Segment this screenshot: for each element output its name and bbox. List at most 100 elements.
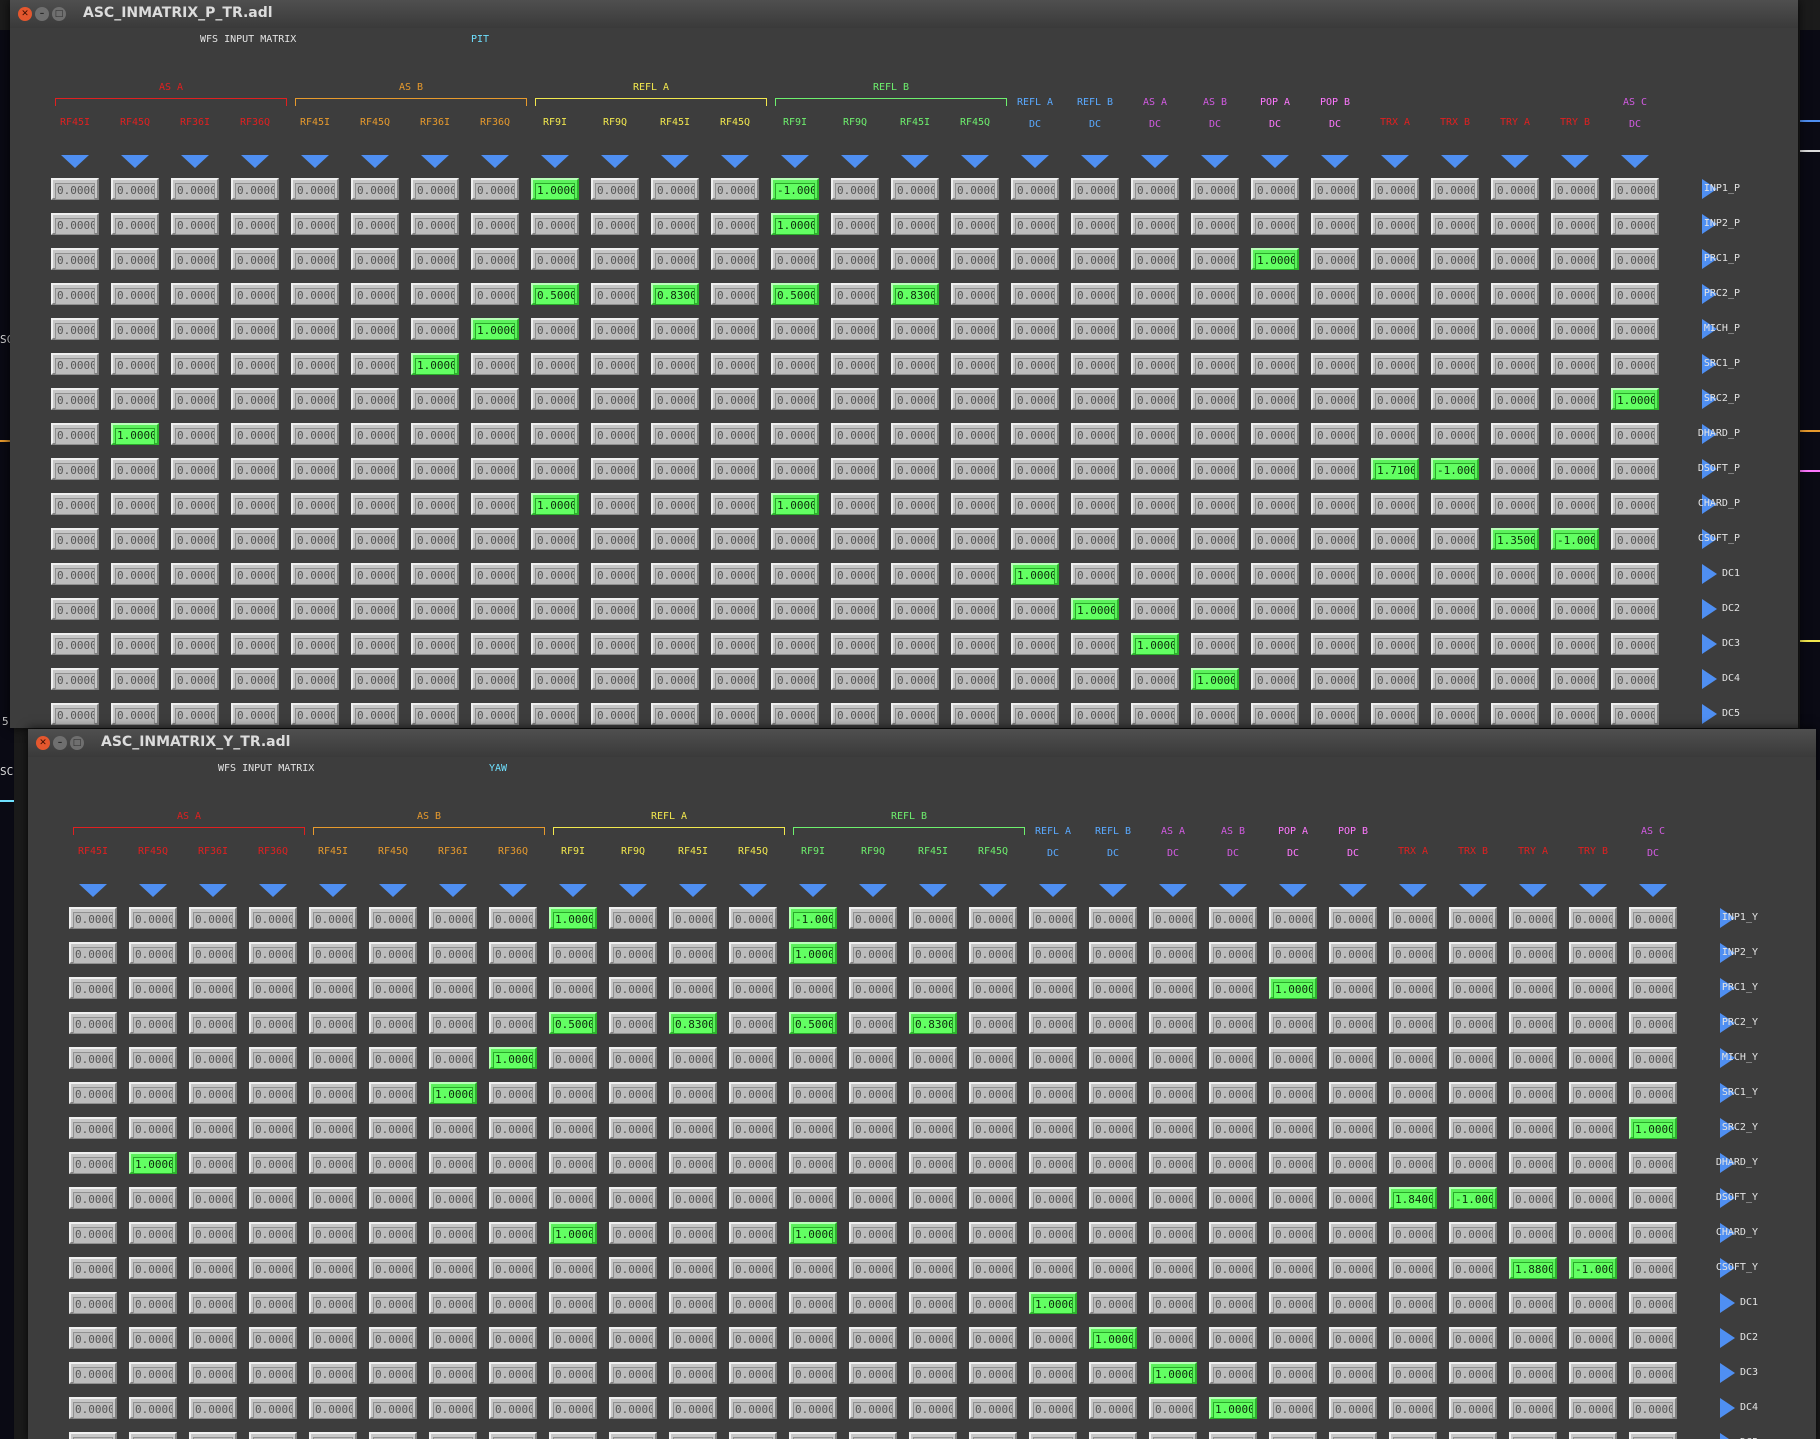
matrix-cell[interactable]: 0.00000	[1629, 1397, 1677, 1419]
matrix-cell[interactable]: 0.00000	[1389, 1117, 1437, 1139]
matrix-cell[interactable]: 0.00000	[669, 907, 717, 929]
column-expand-arrow-icon[interactable]	[319, 884, 347, 897]
matrix-cell[interactable]: 0.00000	[1251, 178, 1299, 200]
matrix-cell[interactable]: 0.00000	[1089, 1292, 1137, 1314]
matrix-cell[interactable]: 0.00000	[711, 458, 759, 480]
matrix-cell[interactable]: 0.00000	[429, 1362, 477, 1384]
matrix-cell[interactable]: 0.00000	[711, 528, 759, 550]
matrix-cell[interactable]: 0.00000	[1191, 563, 1239, 585]
matrix-cell[interactable]: 0.00000	[1611, 318, 1659, 340]
matrix-cell[interactable]: 0.00000	[1611, 353, 1659, 375]
matrix-cell[interactable]: 0.00000	[411, 528, 459, 550]
minimize-window-icon[interactable]: –	[35, 7, 49, 21]
column-expand-arrow-icon[interactable]	[601, 155, 629, 168]
matrix-cell[interactable]: 0.00000	[1389, 977, 1437, 999]
matrix-cell[interactable]: 0.00000	[591, 563, 639, 585]
matrix-cell[interactable]: 0.00000	[669, 1082, 717, 1104]
column-expand-arrow-icon[interactable]	[1621, 155, 1649, 168]
matrix-cell[interactable]: 0.00000	[309, 907, 357, 929]
matrix-cell[interactable]: 0.00000	[429, 1117, 477, 1139]
column-expand-arrow-icon[interactable]	[181, 155, 209, 168]
matrix-cell[interactable]: 0.00000	[1311, 283, 1359, 305]
matrix-cell[interactable]: 0.00000	[1449, 1152, 1497, 1174]
matrix-cell[interactable]: 1.35000	[1491, 528, 1539, 550]
matrix-cell[interactable]: 0.00000	[1029, 1362, 1077, 1384]
matrix-cell[interactable]: 0.00000	[789, 1362, 837, 1384]
column-expand-arrow-icon[interactable]	[1459, 884, 1487, 897]
matrix-cell[interactable]: 0.00000	[1371, 423, 1419, 445]
matrix-cell[interactable]: 0.00000	[111, 668, 159, 690]
matrix-cell[interactable]: 0.00000	[1569, 1012, 1617, 1034]
matrix-cell[interactable]: 0.00000	[849, 1222, 897, 1244]
matrix-cell[interactable]: 0.00000	[471, 388, 519, 410]
matrix-cell[interactable]: 0.00000	[231, 458, 279, 480]
matrix-cell[interactable]: 0.00000	[831, 598, 879, 620]
matrix-cell[interactable]: 0.00000	[111, 283, 159, 305]
matrix-cell[interactable]: 0.00000	[1389, 1362, 1437, 1384]
matrix-cell[interactable]: 0.00000	[849, 1117, 897, 1139]
matrix-cell[interactable]: 0.00000	[831, 318, 879, 340]
column-expand-arrow-icon[interactable]	[199, 884, 227, 897]
matrix-cell[interactable]: 0.00000	[231, 493, 279, 515]
matrix-cell[interactable]: 0.00000	[291, 388, 339, 410]
matrix-cell[interactable]: 0.00000	[531, 668, 579, 690]
matrix-cell[interactable]: 1.00000	[1071, 598, 1119, 620]
matrix-cell[interactable]: 0.00000	[249, 1292, 297, 1314]
matrix-cell[interactable]: 0.00000	[1311, 353, 1359, 375]
matrix-cell[interactable]: 0.00000	[411, 318, 459, 340]
matrix-cell[interactable]: 0.00000	[729, 1397, 777, 1419]
matrix-cell[interactable]: 0.00000	[1131, 178, 1179, 200]
matrix-cell[interactable]: 0.00000	[189, 1082, 237, 1104]
matrix-cell[interactable]: 0.00000	[711, 703, 759, 725]
matrix-cell[interactable]: 0.00000	[1209, 1257, 1257, 1279]
matrix-cell[interactable]: 0.00000	[909, 1117, 957, 1139]
matrix-cell[interactable]: 0.00000	[729, 1432, 777, 1439]
matrix-cell[interactable]: 0.00000	[1611, 703, 1659, 725]
matrix-cell[interactable]: 0.00000	[909, 977, 957, 999]
matrix-cell[interactable]: 0.00000	[1191, 633, 1239, 655]
matrix-cell[interactable]: 0.00000	[489, 1082, 537, 1104]
matrix-cell[interactable]: 0.00000	[189, 1117, 237, 1139]
matrix-cell[interactable]: 0.00000	[1371, 528, 1419, 550]
matrix-cell[interactable]: 0.00000	[1011, 493, 1059, 515]
matrix-cell[interactable]: 0.00000	[711, 388, 759, 410]
matrix-cell[interactable]: 0.00000	[969, 1257, 1017, 1279]
matrix-cell[interactable]: 0.00000	[1371, 633, 1419, 655]
matrix-cell[interactable]: 0.00000	[189, 1047, 237, 1069]
matrix-cell[interactable]: 0.00000	[69, 1117, 117, 1139]
matrix-cell[interactable]: 0.00000	[309, 1432, 357, 1439]
matrix-cell[interactable]: 0.00000	[789, 1047, 837, 1069]
matrix-cell[interactable]: 0.00000	[369, 1187, 417, 1209]
matrix-cell[interactable]: 0.00000	[1491, 423, 1539, 445]
matrix-cell[interactable]: 0.00000	[1209, 1082, 1257, 1104]
matrix-cell[interactable]: 0.00000	[1071, 318, 1119, 340]
matrix-cell[interactable]: 0.00000	[729, 907, 777, 929]
matrix-cell[interactable]: 0.00000	[1089, 942, 1137, 964]
matrix-cell[interactable]: 0.00000	[291, 423, 339, 445]
matrix-cell[interactable]: 0.00000	[489, 1327, 537, 1349]
matrix-cell[interactable]: 0.00000	[531, 598, 579, 620]
matrix-cell[interactable]: 0.00000	[549, 1117, 597, 1139]
matrix-cell[interactable]: 0.00000	[1089, 1397, 1137, 1419]
matrix-cell[interactable]: 0.00000	[669, 1327, 717, 1349]
matrix-cell[interactable]: 0.00000	[1569, 1152, 1617, 1174]
matrix-cell[interactable]: 0.00000	[231, 703, 279, 725]
matrix-cell[interactable]: 0.00000	[1431, 283, 1479, 305]
matrix-cell[interactable]: 0.00000	[1551, 248, 1599, 270]
matrix-cell[interactable]: 0.00000	[1611, 283, 1659, 305]
column-expand-arrow-icon[interactable]	[1021, 155, 1049, 168]
matrix-cell[interactable]: 0.00000	[1449, 1082, 1497, 1104]
column-expand-arrow-icon[interactable]	[439, 884, 467, 897]
matrix-cell[interactable]: 0.00000	[231, 353, 279, 375]
matrix-cell[interactable]: 0.00000	[231, 178, 279, 200]
matrix-cell[interactable]: 0.00000	[429, 1327, 477, 1349]
matrix-cell[interactable]: 0.00000	[111, 353, 159, 375]
matrix-cell[interactable]: 0.00000	[1449, 942, 1497, 964]
matrix-cell[interactable]: 0.00000	[531, 458, 579, 480]
matrix-cell[interactable]: 0.00000	[171, 528, 219, 550]
matrix-cell[interactable]: 0.00000	[1071, 528, 1119, 550]
matrix-cell[interactable]: 1.00000	[1149, 1362, 1197, 1384]
matrix-cell[interactable]: 0.00000	[1509, 1432, 1557, 1439]
matrix-cell[interactable]: 0.00000	[849, 1397, 897, 1419]
matrix-cell[interactable]: 0.00000	[231, 283, 279, 305]
